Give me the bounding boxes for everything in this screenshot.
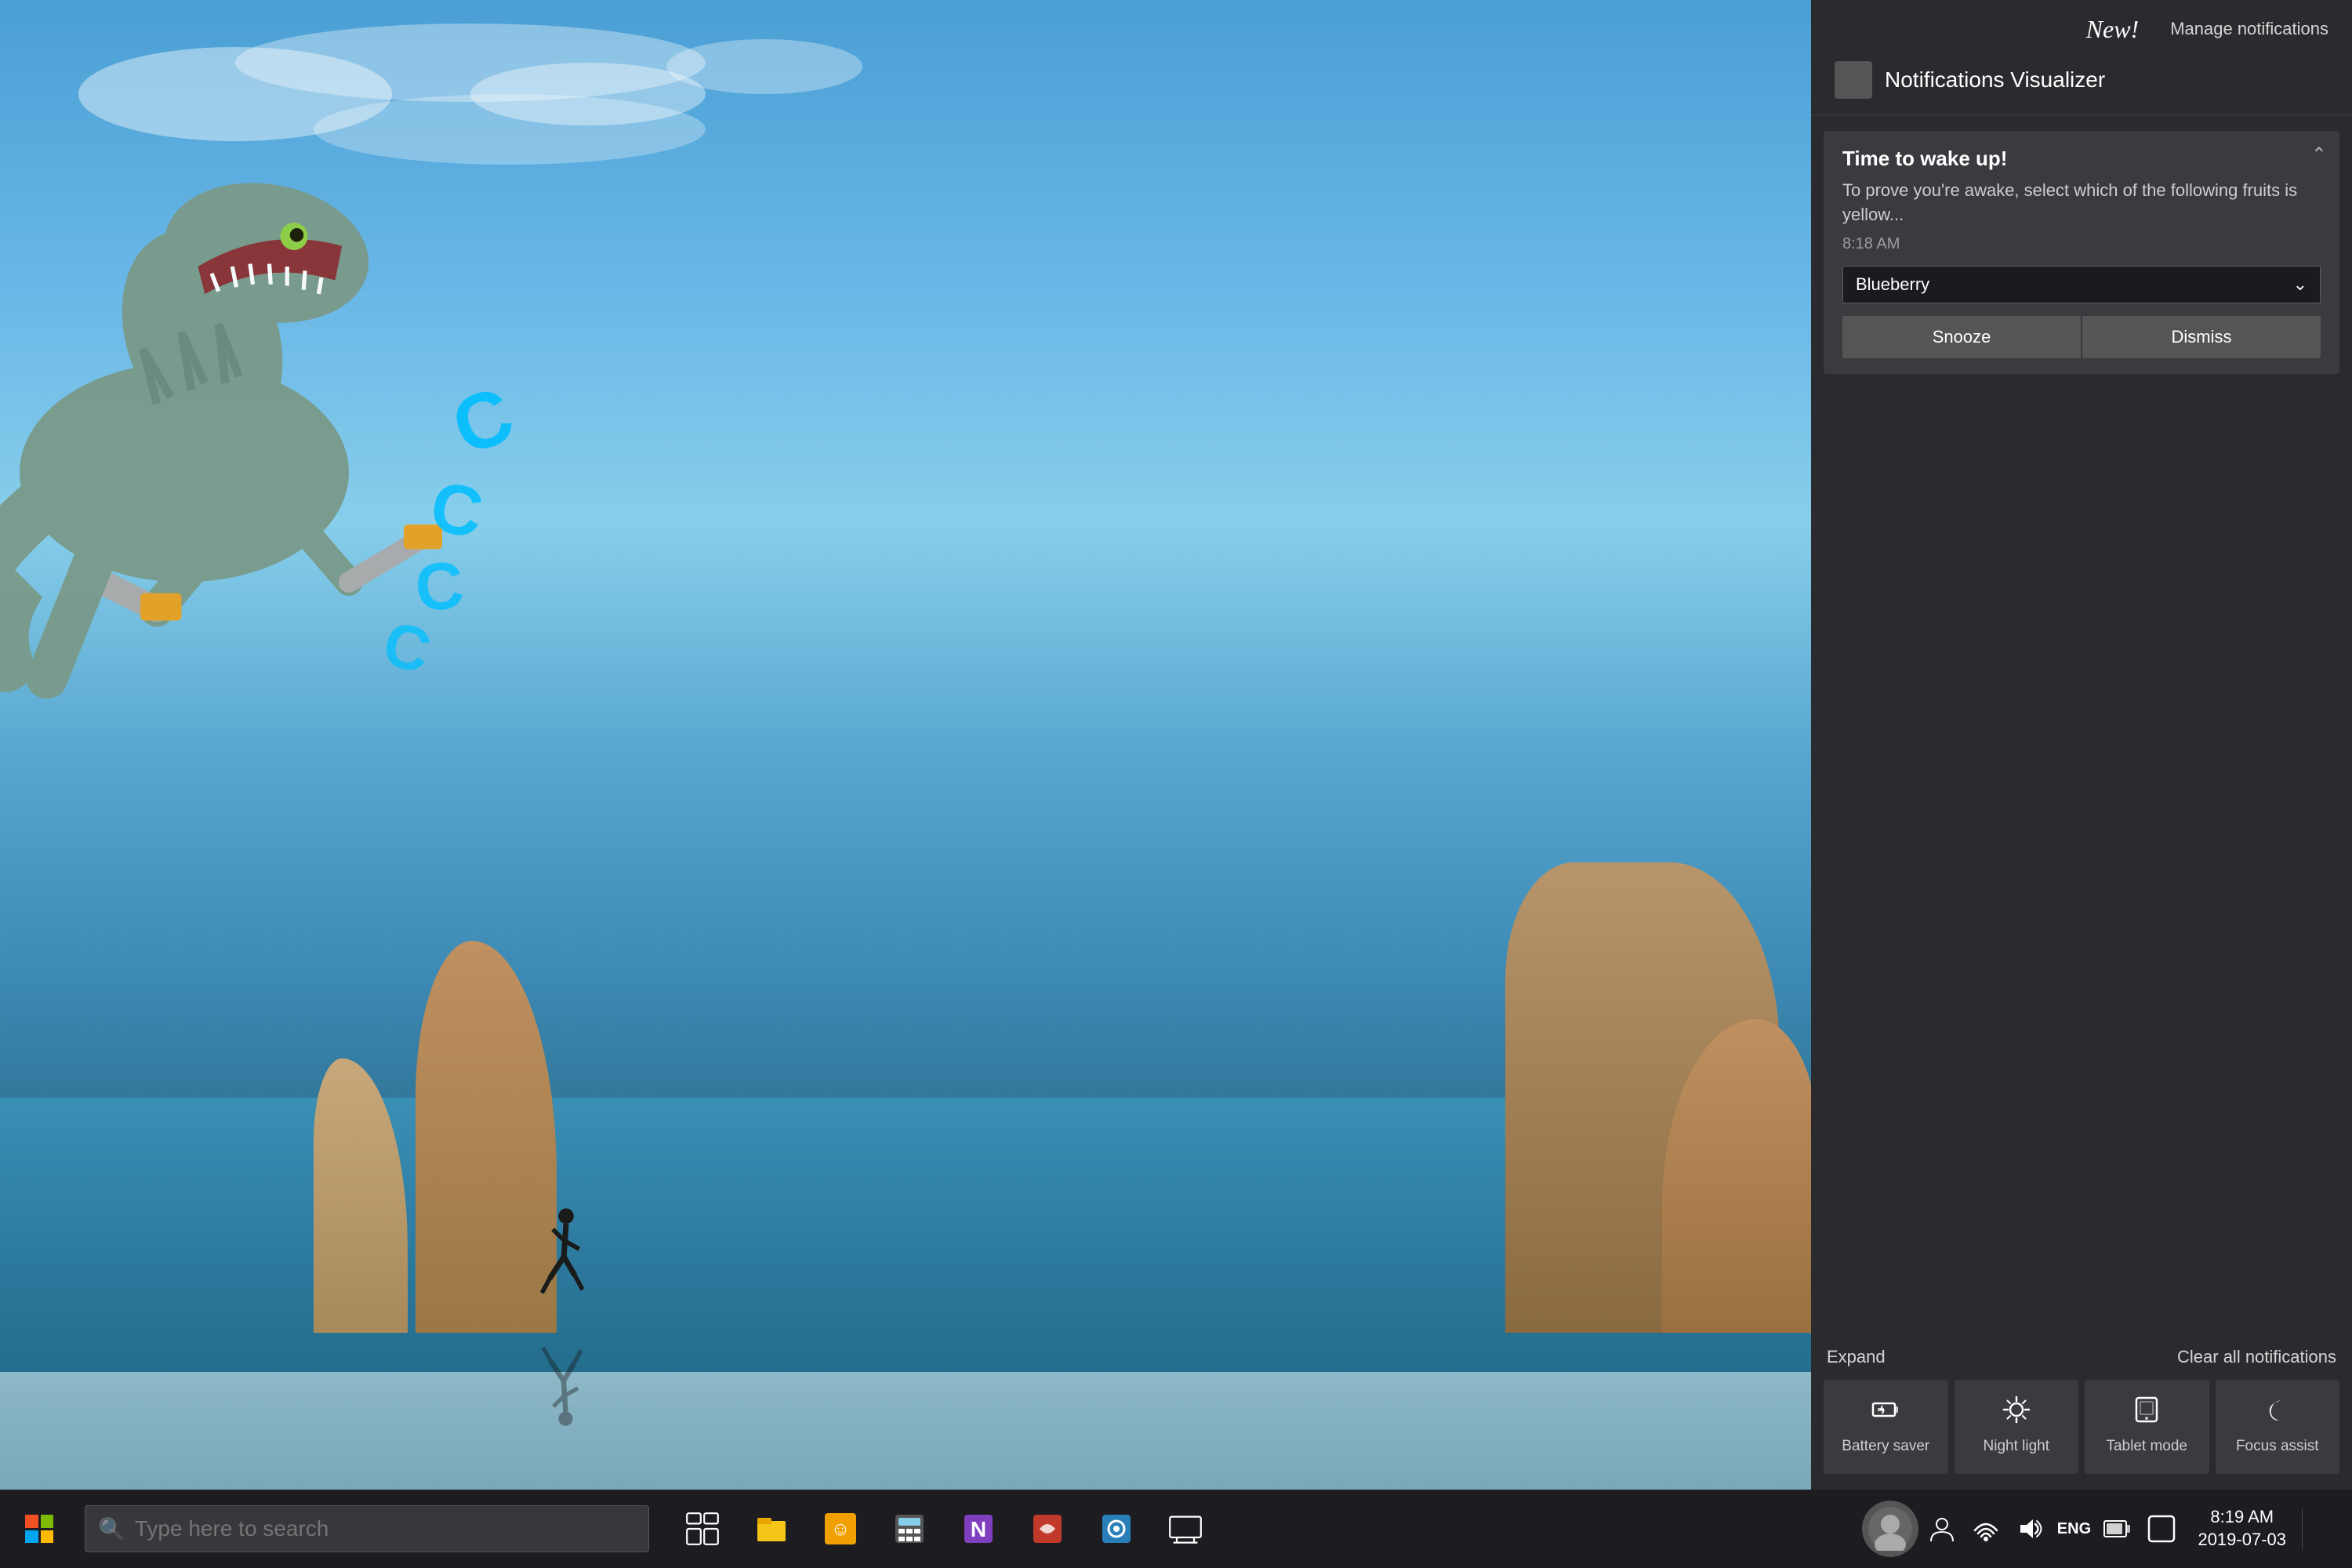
show-desktop-button[interactable]	[2302, 1508, 2343, 1549]
onenote-button[interactable]: N	[947, 1497, 1010, 1560]
action-center-icon	[2147, 1515, 2176, 1543]
win-tile-yellow	[41, 1530, 54, 1544]
clear-all-button[interactable]: Clear all notifications	[2177, 1347, 2336, 1367]
tablet-icon	[2132, 1396, 2161, 1430]
app-orange-button[interactable]: ☺	[809, 1497, 872, 1560]
battery-tray-svg	[2103, 1518, 2132, 1540]
notif-viz-header: Notifications Visualizer	[1811, 53, 2352, 115]
win-tile-green	[41, 1515, 54, 1528]
focus-assist-button[interactable]: Focus assist	[2216, 1380, 2340, 1474]
language-button[interactable]: ENG	[2053, 1508, 2094, 1549]
calculator-icon	[892, 1512, 927, 1546]
quick-actions-grid: Battery saver	[1824, 1380, 2339, 1474]
new-badge: New!	[2086, 15, 2140, 44]
runner	[533, 1207, 588, 1317]
notification-header: New! Manage notifications	[1811, 0, 2352, 53]
manage-notifications-button[interactable]: Manage notifications	[2170, 19, 2328, 39]
start-button[interactable]	[0, 1490, 78, 1568]
win-tile-blue	[25, 1530, 38, 1544]
notification-card-body: To prove you're awake, select which of t…	[1842, 179, 2321, 227]
task-view-icon	[685, 1512, 720, 1546]
notification-spacer	[1811, 390, 2352, 1339]
app-blue-icon	[1099, 1512, 1134, 1546]
taskbar: 🔍 ☺	[0, 1490, 2352, 1568]
people-icon	[1928, 1515, 1956, 1543]
user-avatar[interactable]	[1862, 1501, 1918, 1557]
file-explorer-icon	[754, 1512, 789, 1546]
notification-panel: New! Manage notifications Notifications …	[1811, 0, 2352, 1490]
app-red-icon	[1030, 1512, 1065, 1546]
app-orange-icon: ☺	[823, 1512, 858, 1546]
clock-time: 8:19 AM	[2210, 1506, 2274, 1529]
virtual-desktop-button[interactable]	[1154, 1497, 1217, 1560]
volume-icon	[2016, 1515, 2044, 1543]
focus-assist-label: Focus assist	[2236, 1438, 2319, 1456]
action-center-button[interactable]	[2141, 1508, 2182, 1549]
win-tile-red	[25, 1515, 38, 1528]
app-blue-button[interactable]	[1085, 1497, 1148, 1560]
svg-text:☺: ☺	[831, 1519, 851, 1540]
task-view-button[interactable]	[671, 1497, 734, 1560]
search-icon: 🔍	[98, 1516, 125, 1542]
night-light-label: Night light	[1984, 1438, 2050, 1456]
avatar-icon	[1868, 1507, 1912, 1551]
expand-clear-row: Expand Clear all notifications	[1824, 1339, 2339, 1380]
battery-tray-icon[interactable]	[2097, 1508, 2138, 1549]
search-input[interactable]	[135, 1516, 636, 1541]
notif-viz-title: Notifications Visualizer	[1885, 67, 2105, 93]
app-red-button[interactable]	[1016, 1497, 1079, 1560]
notification-action-buttons: Snooze Dismiss	[1842, 316, 2321, 358]
clock-date: 2019-07-03	[2198, 1529, 2286, 1552]
windows-logo	[25, 1515, 53, 1543]
fruit-dropdown[interactable]: Blueberry ⌄	[1842, 266, 2321, 303]
system-tray: ENG 8:19 AM 2019-07-03	[1862, 1501, 2352, 1557]
notification-card-title: Time to wake up!	[1842, 147, 2321, 171]
notification-footer: Expand Clear all notifications Battery	[1811, 1339, 2352, 1490]
taskbar-apps: ☺ N	[671, 1497, 1217, 1560]
notif-viz-app-icon	[1835, 61, 1872, 99]
onenote-icon: N	[961, 1512, 996, 1546]
dropdown-chevron-icon: ⌄	[2293, 274, 2307, 295]
notification-card-time: 8:18 AM	[1842, 235, 2321, 253]
virtual-desktop-icon	[1168, 1512, 1203, 1546]
dismiss-button[interactable]: Dismiss	[2082, 316, 2321, 358]
notification-card: ⌃ Time to wake up! To prove you're awake…	[1824, 131, 2339, 374]
calculator-button[interactable]	[878, 1497, 941, 1560]
notification-collapse-button[interactable]: ⌃	[2311, 143, 2327, 166]
network-icon	[1972, 1515, 2000, 1543]
tablet-mode-button[interactable]: Tablet mode	[2085, 1380, 2209, 1474]
clock[interactable]: 8:19 AM 2019-07-03	[2185, 1503, 2299, 1554]
runner-reflection	[533, 1325, 588, 1427]
night-light-button[interactable]: Night light	[1955, 1380, 2079, 1474]
volume-button[interactable]	[2009, 1508, 2050, 1549]
snooze-button[interactable]: Snooze	[1842, 316, 2081, 358]
night-light-icon	[2002, 1396, 2031, 1430]
battery-icon	[1871, 1396, 1900, 1430]
file-explorer-button[interactable]	[740, 1497, 803, 1560]
network-button[interactable]	[1965, 1508, 2006, 1549]
expand-button[interactable]: Expand	[1827, 1347, 1886, 1367]
battery-saver-label: Battery saver	[1842, 1438, 1929, 1456]
battery-saver-button[interactable]: Battery saver	[1824, 1380, 1948, 1474]
svg-text:N: N	[971, 1517, 986, 1541]
search-bar[interactable]: 🔍	[85, 1505, 649, 1552]
dropdown-value: Blueberry	[1856, 274, 1929, 295]
people-button[interactable]	[1922, 1508, 1962, 1549]
moon-icon	[2263, 1396, 2292, 1430]
tablet-mode-label: Tablet mode	[2106, 1438, 2187, 1456]
